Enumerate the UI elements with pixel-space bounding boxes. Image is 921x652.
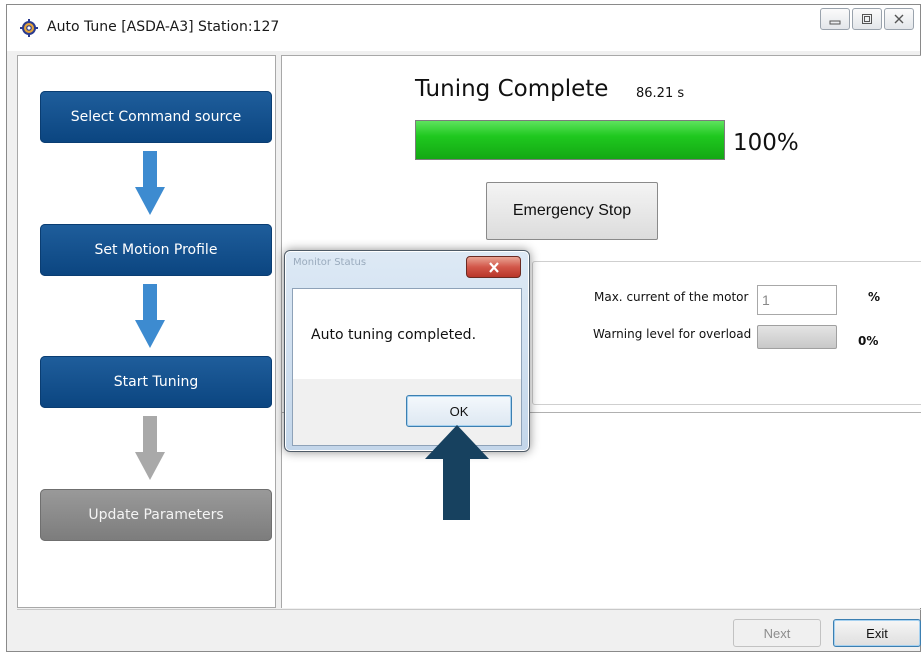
step-label: Update Parameters: [88, 507, 224, 523]
steps-panel: Select Command source Set Motion Profile…: [17, 55, 276, 608]
dialog-close-button[interactable]: [466, 256, 521, 278]
step-select-command-source[interactable]: Select Command source: [40, 91, 272, 143]
flow-arrow-down-icon: [135, 151, 165, 215]
flow-arrow-down-disabled-icon: [135, 416, 165, 480]
tuning-progress-bar: [415, 120, 725, 160]
next-button[interactable]: Next: [733, 619, 821, 647]
overload-warning-label: Warning level for overload: [593, 327, 752, 341]
max-current-field[interactable]: [757, 285, 837, 315]
footer-bar: Next Exit: [17, 609, 921, 651]
dialog-message: Auto tuning completed.: [311, 327, 477, 343]
auto-tuning-complete-dialog: Monitor Status Auto tuning completed. OK: [284, 250, 530, 452]
dialog-message-area: Auto tuning completed.: [293, 289, 521, 379]
title-bar: Auto Tune [ASDA-A3] Station:127: [7, 5, 920, 51]
emergency-stop-button[interactable]: Emergency Stop: [486, 182, 658, 240]
tuning-elapsed-time: 86.21 s: [636, 86, 685, 101]
maximize-button[interactable]: [852, 8, 882, 30]
overload-level-value: 0%: [858, 334, 879, 348]
max-current-unit: %: [868, 290, 881, 304]
minimize-icon: [829, 20, 841, 25]
overload-level-bar: [757, 325, 837, 349]
progress-percent: 100%: [733, 130, 799, 156]
dialog-body: Auto tuning completed. OK: [292, 288, 522, 446]
progress-fill: [416, 121, 724, 159]
step-set-motion-profile[interactable]: Set Motion Profile: [40, 224, 272, 276]
window-title: Auto Tune [ASDA-A3] Station:127: [47, 19, 280, 35]
maximize-icon: [862, 14, 872, 24]
minimize-button[interactable]: [820, 8, 850, 30]
step-update-parameters: Update Parameters: [40, 489, 272, 541]
window-controls: [818, 8, 914, 30]
tuning-status-title: Tuning Complete: [415, 76, 609, 102]
exit-button[interactable]: Exit: [833, 619, 921, 647]
close-window-button[interactable]: [884, 8, 914, 30]
flow-arrow-down-icon: [135, 284, 165, 348]
pointer-arrow-up-icon: [425, 425, 489, 520]
close-icon: [894, 14, 904, 24]
max-current-label: Max. current of the motor: [594, 290, 749, 304]
close-icon: [489, 262, 499, 273]
ok-button[interactable]: OK: [406, 395, 512, 427]
dialog-title: Monitor Status: [293, 257, 367, 268]
step-label: Select Command source: [70, 109, 242, 125]
gear-icon: [20, 19, 38, 37]
step-label: Start Tuning: [113, 374, 199, 390]
step-start-tuning[interactable]: Start Tuning: [40, 356, 272, 408]
step-label: Set Motion Profile: [94, 242, 218, 258]
